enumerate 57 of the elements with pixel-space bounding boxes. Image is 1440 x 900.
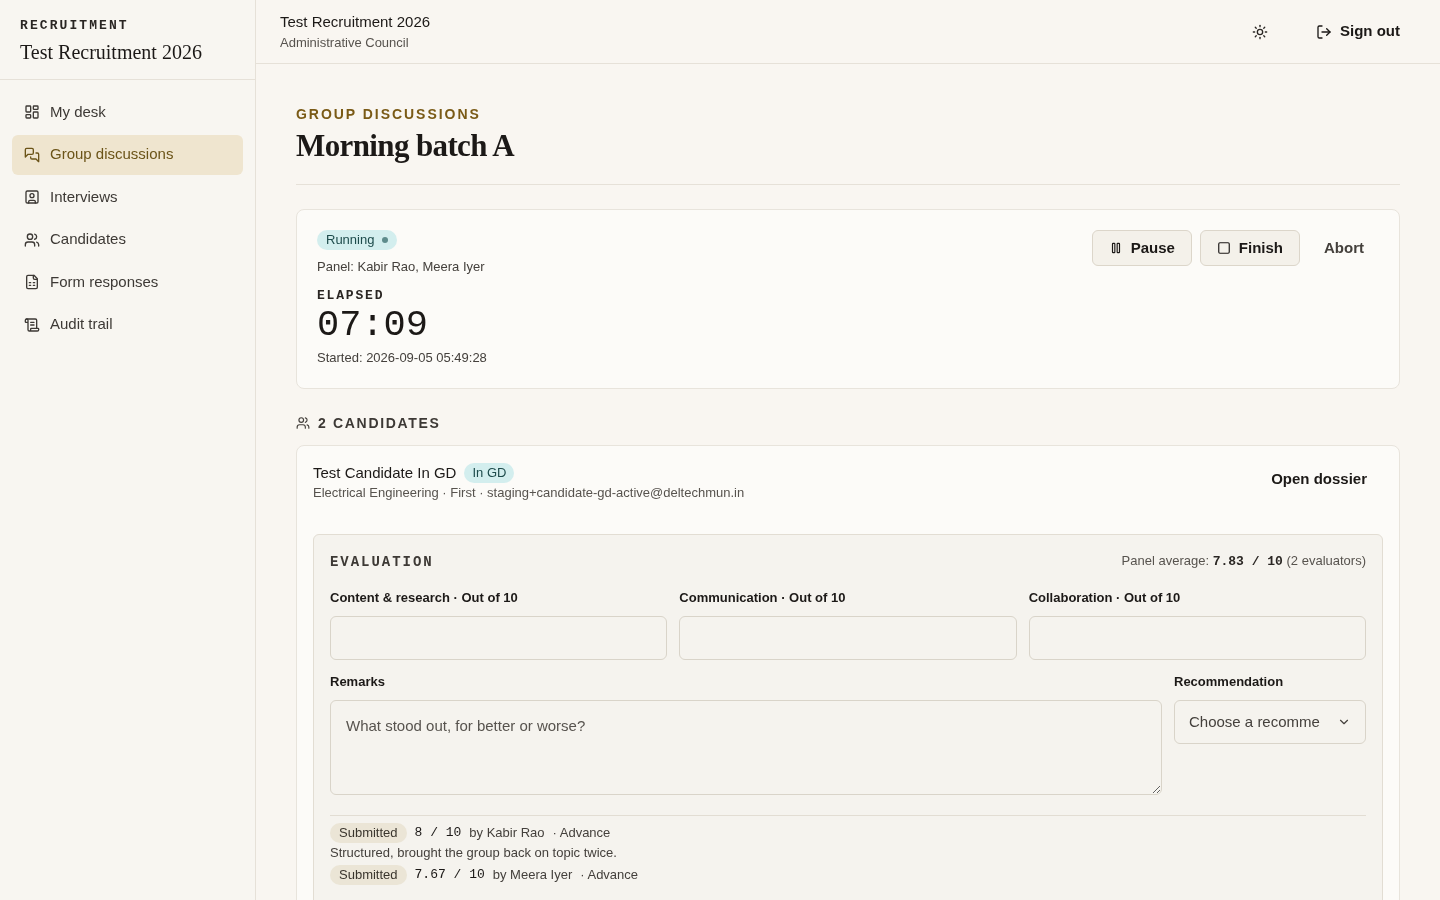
status-badge: Running xyxy=(317,230,398,250)
page-title: Morning batch A xyxy=(296,128,515,164)
sidebar-eyebrow: RECRUITMENT xyxy=(20,17,129,35)
remarks-label: Remarks xyxy=(330,673,385,691)
sidebar-item[interactable]: Interviews xyxy=(12,177,243,217)
evaluator-name: by Meera Iyer xyxy=(492,866,573,885)
sidebar-item[interactable]: Form responses xyxy=(12,262,243,302)
submission-score: 8 / 10 xyxy=(414,824,462,843)
criterion-label: Collaboration · Out of 10 xyxy=(1028,589,1181,607)
recommendation-label: Recommendation xyxy=(1174,673,1284,691)
elapsed-label: ELAPSED xyxy=(317,287,385,305)
sidebar-item[interactable]: Group discussions xyxy=(12,134,243,175)
panel-members: Panel: Kabir Rao, Meera Iyer xyxy=(317,258,485,276)
sidebar-item[interactable]: Candidates xyxy=(12,219,243,260)
panel-average: Panel average: 7.83 / 10 (2 evaluators) xyxy=(1121,552,1366,571)
sidebar-item[interactable]: My desk xyxy=(12,92,243,132)
session-action-button[interactable]: Abort xyxy=(1308,230,1380,266)
session-action-button[interactable]: Pause xyxy=(1091,230,1192,266)
score-input[interactable] xyxy=(1028,616,1366,660)
page-eyebrow: GROUP DISCUSSIONS xyxy=(296,105,481,124)
document-icon xyxy=(24,274,40,290)
scroll-icon xyxy=(24,316,40,333)
users-icon xyxy=(296,416,310,430)
submission-status-badge: Submitted xyxy=(330,865,407,885)
contact-card-icon xyxy=(24,189,40,205)
score-input[interactable] xyxy=(679,616,1017,660)
submission-recommendation: · Advance xyxy=(580,866,639,885)
recommendation-select[interactable]: Choose a recomme xyxy=(1174,700,1366,744)
submission-comment: Structured, brought the group back on topic twice. xyxy=(330,844,617,862)
dashboard-icon xyxy=(24,104,40,120)
criterion-label: Content & research · Out of 10 xyxy=(330,589,518,607)
evaluation-heading: EVALUATION xyxy=(330,552,434,572)
header-subtitle: Administrative Council xyxy=(280,33,409,52)
evaluator-name: by Kabir Rao xyxy=(469,824,545,843)
sidebar-item[interactable]: Audit trail xyxy=(12,304,243,345)
candidate-details: Electrical Engineering · First · staging+candidate-gd-active@deltechmun.in xyxy=(313,484,745,502)
users-icon xyxy=(24,231,40,248)
session-action-button[interactable]: Finish xyxy=(1199,230,1300,266)
submission-score: 7.67 / 10 xyxy=(414,866,485,885)
sun-icon xyxy=(1252,23,1268,40)
submission-recommendation: · Advance xyxy=(552,824,611,843)
square-icon xyxy=(1216,241,1231,255)
score-input[interactable] xyxy=(330,616,668,660)
open-dossier-button[interactable]: Open dossier xyxy=(1255,461,1383,497)
chat-bubbles-icon xyxy=(24,146,40,163)
candidate-name: Test Candidate In GD xyxy=(313,463,457,483)
criterion-label: Communication · Out of 10 xyxy=(679,589,846,607)
sidebar-title: Test Recruitment 2026 xyxy=(20,40,202,65)
started-time: Started: 2026-09-05 05:49:28 xyxy=(317,349,487,367)
candidate-status-badge: In GD xyxy=(464,463,515,483)
candidates-heading: 2 CANDIDATES xyxy=(318,414,441,433)
sign-out-icon xyxy=(1316,23,1332,40)
submission-status-badge: Submitted xyxy=(330,823,407,843)
elapsed-timer: 07:09 xyxy=(317,305,429,345)
remarks-textarea[interactable]: What stood out, for better or worse? xyxy=(330,700,1162,795)
header-title: Test Recruitment 2026 xyxy=(280,11,431,32)
sign-out-button[interactable]: Sign out xyxy=(1300,13,1416,50)
